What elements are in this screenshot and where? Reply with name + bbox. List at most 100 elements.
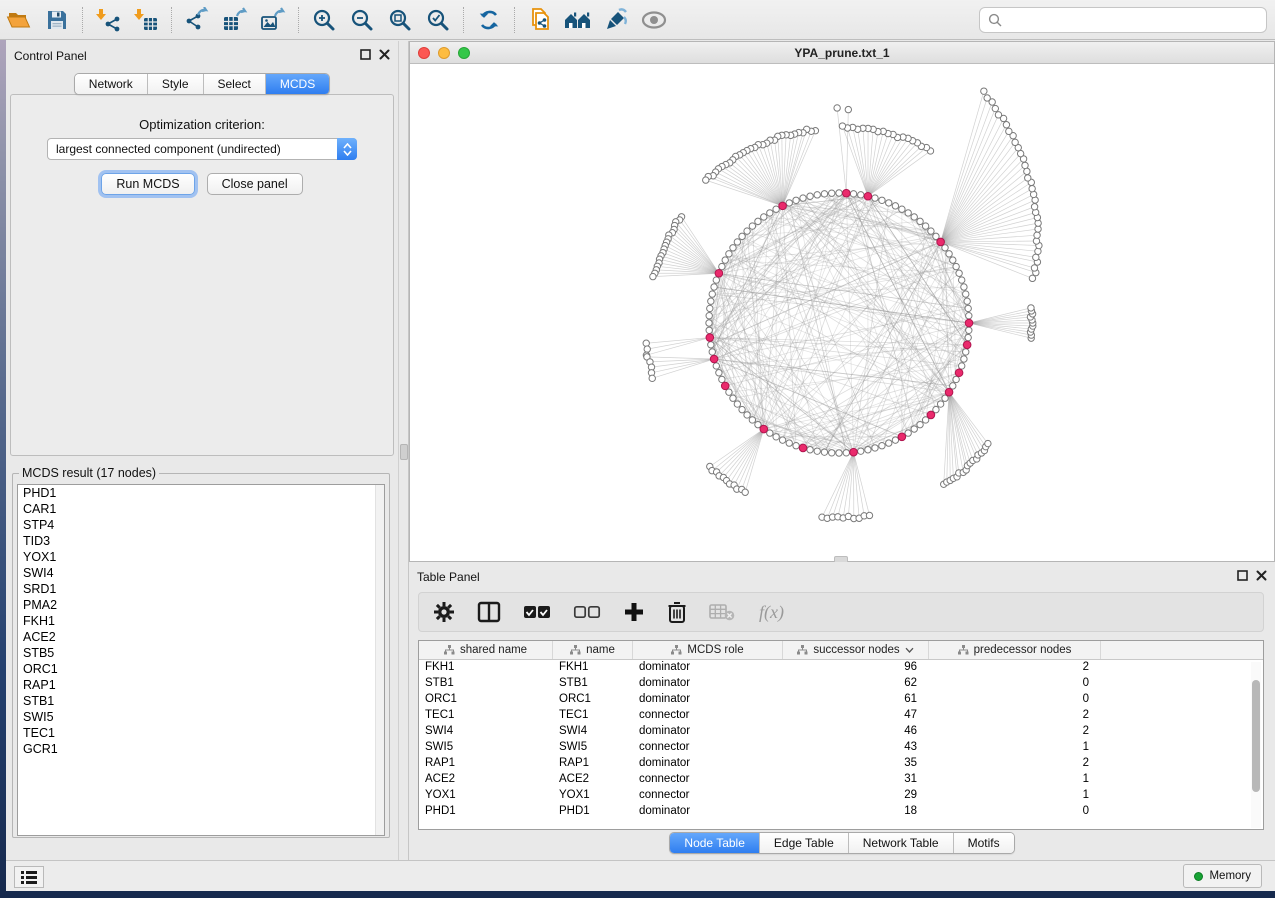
network-node[interactable] bbox=[866, 512, 872, 518]
table-tab-edge-table[interactable]: Edge Table bbox=[760, 833, 849, 853]
optimization-criterion-select[interactable]: largest connected component (undirected) bbox=[47, 138, 357, 160]
close-panel-button[interactable]: Close panel bbox=[207, 173, 303, 195]
network-node[interactable] bbox=[773, 206, 779, 212]
network-node[interactable] bbox=[917, 218, 923, 224]
network-node[interactable] bbox=[786, 200, 792, 206]
table-scrollbar-thumb[interactable] bbox=[1252, 680, 1260, 792]
network-node[interactable] bbox=[911, 214, 917, 220]
network-node[interactable] bbox=[643, 340, 649, 346]
network-node[interactable] bbox=[767, 210, 773, 216]
network-node[interactable] bbox=[905, 210, 911, 216]
network-node[interactable] bbox=[953, 263, 959, 269]
network-node[interactable] bbox=[713, 363, 719, 369]
save-session-button[interactable] bbox=[38, 4, 76, 36]
select-all-button[interactable] bbox=[523, 604, 551, 620]
network-node[interactable] bbox=[800, 195, 806, 201]
network-node[interactable] bbox=[749, 223, 755, 229]
float-panel-icon[interactable] bbox=[1237, 570, 1248, 581]
network-node[interactable] bbox=[961, 284, 967, 290]
network-node[interactable] bbox=[707, 305, 713, 311]
network-node[interactable] bbox=[722, 257, 728, 263]
network-node[interactable] bbox=[761, 214, 767, 220]
mcds-result-item[interactable]: ORC1 bbox=[18, 661, 384, 677]
network-node[interactable] bbox=[898, 433, 906, 441]
table-row[interactable]: ORC1ORC1dominator610 bbox=[419, 692, 1263, 708]
network-node[interactable] bbox=[706, 320, 712, 326]
network-node[interactable] bbox=[966, 327, 972, 333]
tab-style[interactable]: Style bbox=[148, 74, 204, 94]
column-header-predecessor-nodes[interactable]: predecessor nodes bbox=[929, 641, 1101, 659]
network-node[interactable] bbox=[1025, 175, 1031, 181]
network-node[interactable] bbox=[1028, 305, 1034, 311]
zoom-in-button[interactable] bbox=[305, 4, 343, 36]
network-node[interactable] bbox=[953, 376, 959, 382]
network-node[interactable] bbox=[865, 447, 871, 453]
table-row[interactable]: PHD1PHD1dominator180 bbox=[419, 804, 1263, 820]
network-node[interactable] bbox=[845, 106, 851, 112]
network-node[interactable] bbox=[1034, 232, 1040, 238]
mcds-result-item[interactable]: FKH1 bbox=[18, 613, 384, 629]
tab-select[interactable]: Select bbox=[204, 74, 266, 94]
mcds-result-item[interactable]: STP4 bbox=[18, 517, 384, 533]
refresh-button[interactable] bbox=[470, 4, 508, 36]
network-node[interactable] bbox=[760, 425, 768, 433]
memory-button[interactable]: Memory bbox=[1183, 864, 1262, 888]
column-header-shared-name[interactable]: shared name bbox=[419, 641, 553, 659]
network-node[interactable] bbox=[836, 450, 842, 456]
network-node[interactable] bbox=[836, 190, 842, 196]
network-node[interactable] bbox=[950, 257, 956, 263]
network-node[interactable] bbox=[981, 88, 987, 94]
network-node[interactable] bbox=[1012, 139, 1018, 145]
network-node[interactable] bbox=[1024, 168, 1030, 174]
network-node[interactable] bbox=[927, 411, 935, 419]
delete-table-button[interactable] bbox=[709, 602, 735, 622]
network-node[interactable] bbox=[963, 349, 969, 355]
network-node[interactable] bbox=[1017, 150, 1023, 156]
network-node[interactable] bbox=[945, 388, 953, 396]
network-node[interactable] bbox=[793, 443, 799, 449]
network-node[interactable] bbox=[911, 426, 917, 432]
search-input[interactable] bbox=[1008, 13, 1258, 27]
network-node[interactable] bbox=[730, 245, 736, 251]
mcds-result-item[interactable]: GCR1 bbox=[18, 741, 384, 757]
network-node[interactable] bbox=[892, 437, 898, 443]
create-column-button[interactable] bbox=[623, 601, 645, 623]
network-node[interactable] bbox=[1031, 204, 1037, 210]
network-canvas[interactable] bbox=[410, 64, 1274, 561]
float-panel-icon[interactable] bbox=[360, 49, 371, 60]
network-node[interactable] bbox=[649, 375, 655, 381]
mcds-result-item[interactable]: SRD1 bbox=[18, 581, 384, 597]
network-node[interactable] bbox=[864, 192, 872, 200]
network-node[interactable] bbox=[961, 356, 967, 362]
annotation-mode-button[interactable] bbox=[597, 4, 635, 36]
network-node[interactable] bbox=[965, 319, 973, 327]
network-node[interactable] bbox=[730, 395, 736, 401]
mcds-result-item[interactable]: PHD1 bbox=[18, 485, 384, 501]
network-node[interactable] bbox=[744, 412, 750, 418]
network-node[interactable] bbox=[858, 448, 864, 454]
network-node[interactable] bbox=[850, 448, 858, 456]
network-node[interactable] bbox=[842, 189, 850, 197]
zoom-selected-button[interactable] bbox=[419, 4, 457, 36]
network-node[interactable] bbox=[773, 434, 779, 440]
network-node[interactable] bbox=[872, 195, 878, 201]
network-node[interactable] bbox=[1006, 128, 1012, 134]
network-node[interactable] bbox=[814, 192, 820, 198]
network-node[interactable] bbox=[839, 123, 845, 129]
network-node[interactable] bbox=[965, 334, 971, 340]
table-row[interactable]: YOX1YOX1connector291 bbox=[419, 788, 1263, 804]
network-node[interactable] bbox=[742, 489, 748, 495]
export-table-button[interactable] bbox=[216, 4, 254, 36]
network-node[interactable] bbox=[706, 334, 714, 342]
table-scrollbar[interactable] bbox=[1251, 662, 1261, 828]
table-row[interactable]: SWI4SWI4dominator462 bbox=[419, 724, 1263, 740]
mcds-result-item[interactable]: STB5 bbox=[18, 645, 384, 661]
network-node[interactable] bbox=[937, 238, 945, 246]
vertical-splitter[interactable] bbox=[398, 41, 409, 860]
column-header-name[interactable]: name bbox=[553, 641, 633, 659]
network-node[interactable] bbox=[713, 277, 719, 283]
network-node[interactable] bbox=[850, 191, 856, 197]
export-network-button[interactable] bbox=[178, 4, 216, 36]
network-node[interactable] bbox=[1029, 185, 1035, 191]
column-header-MCDS-role[interactable]: MCDS role bbox=[633, 641, 783, 659]
